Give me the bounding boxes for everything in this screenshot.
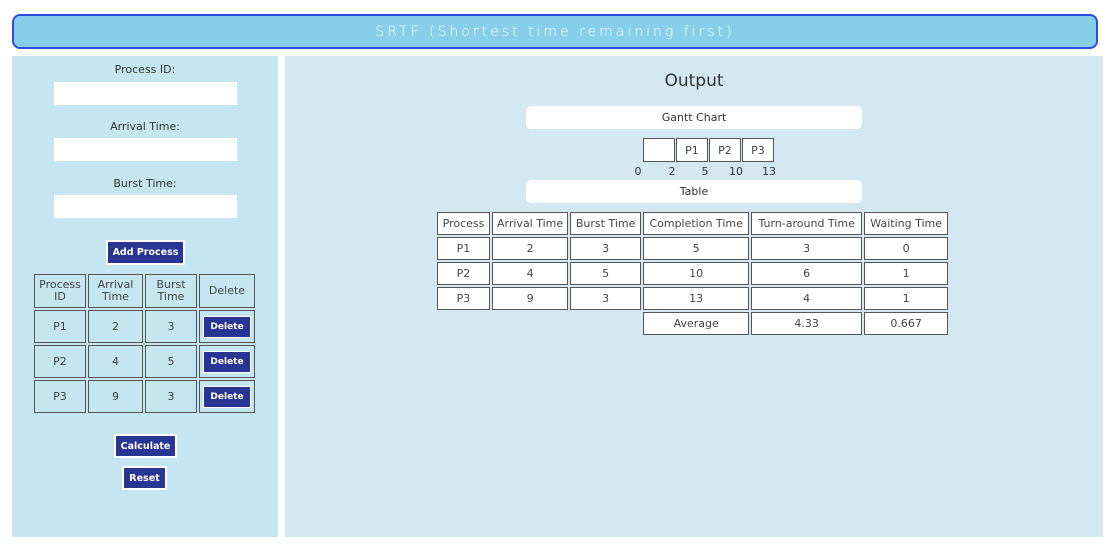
arrival-time-cell: 9 [492, 287, 569, 310]
gantt-time-label: 5 [701, 165, 709, 178]
header-delete: Delete [199, 274, 255, 308]
calculate-button[interactable]: Calculate [114, 434, 177, 458]
result-table-header: Process Arrival Time Burst Time Completi… [437, 212, 949, 235]
process-id-cell: P3 [34, 380, 86, 413]
burst-time-cell: 3 [570, 287, 642, 310]
gantt-time-label: 13 [762, 165, 776, 178]
gantt-block-idle [643, 138, 675, 162]
turnaround-time-cell: 4 [751, 287, 863, 310]
header-completion-time: Completion Time [643, 212, 750, 235]
burst-time-label: Burst Time: [113, 177, 177, 190]
waiting-time-cell: 1 [864, 262, 949, 285]
page-title-bar: SRTF (Shortest time remaining first) [12, 14, 1098, 49]
arrival-time-cell: 2 [88, 310, 143, 343]
add-process-button[interactable]: Add Process [106, 240, 185, 265]
process-cell: P3 [437, 287, 490, 310]
burst-time-cell: 5 [145, 345, 197, 378]
burst-time-cell: 3 [145, 380, 197, 413]
gantt-block-p2: P2 [709, 138, 741, 162]
page-title: SRTF (Shortest time remaining first) [375, 23, 735, 40]
blank-cell [437, 312, 490, 335]
burst-time-cell: 3 [570, 237, 642, 260]
completion-time-cell: 10 [643, 262, 750, 285]
blank-cell [570, 312, 641, 335]
table-row: P2 4 5 10 6 1 [437, 262, 949, 285]
gantt-chart-label: Gantt Chart [526, 106, 862, 129]
arrival-time-cell: 2 [492, 237, 569, 260]
delete-cell: Delete [199, 380, 255, 413]
result-table: Process Arrival Time Burst Time Completi… [435, 210, 950, 337]
arrival-time-cell: 4 [492, 262, 569, 285]
gantt-block-p1: P1 [676, 138, 708, 162]
burst-time-cell: 3 [145, 310, 197, 343]
arrival-time-cell: 4 [88, 345, 143, 378]
delete-button[interactable]: Delete [203, 385, 251, 408]
process-id-label: Process ID: [114, 63, 176, 76]
burst-time-cell: 5 [570, 262, 642, 285]
process-id-cell: P2 [34, 345, 86, 378]
waiting-time-cell: 1 [864, 287, 949, 310]
process-cell: P2 [437, 262, 490, 285]
waiting-time-cell: 0 [864, 237, 949, 260]
process-table-header: Process ID Arrival Time Burst Time Delet… [34, 274, 255, 308]
header-arrival-time: Arrival Time [492, 212, 569, 235]
output-panel: Output Gantt Chart P1 P2 P3 0 2 5 10 13 … [285, 56, 1103, 537]
gantt-time-label: 0 [634, 165, 642, 178]
delete-cell: Delete [199, 345, 255, 378]
header-arrival-time: Arrival Time [88, 274, 143, 308]
process-cell: P1 [437, 237, 490, 260]
arrival-time-cell: 9 [88, 380, 143, 413]
table-row: P1 2 3 Delete [34, 310, 255, 343]
delete-button[interactable]: Delete [203, 350, 251, 373]
gantt-chart: P1 P2 P3 [643, 138, 774, 162]
average-label: Average [643, 312, 750, 335]
header-turnaround-time: Turn-around Time [751, 212, 863, 235]
burst-time-input[interactable] [54, 195, 237, 218]
delete-button[interactable]: Delete [203, 315, 251, 338]
header-waiting-time: Waiting Time [864, 212, 949, 235]
table-row: P1 2 3 5 3 0 [437, 237, 949, 260]
average-turnaround-time: 4.33 [751, 312, 863, 335]
table-row: P2 4 5 Delete [34, 345, 255, 378]
header-burst-time: Burst Time [145, 274, 197, 308]
process-id-input[interactable] [54, 82, 237, 105]
delete-cell: Delete [199, 310, 255, 343]
arrival-time-input[interactable] [54, 138, 237, 161]
process-id-cell: P1 [34, 310, 86, 343]
output-title: Output [664, 71, 724, 91]
gantt-time-label: 2 [668, 165, 676, 178]
gantt-time-label: 10 [729, 165, 743, 178]
arrival-time-label: Arrival Time: [110, 120, 180, 133]
header-process-id: Process ID [34, 274, 86, 308]
completion-time-cell: 5 [643, 237, 750, 260]
average-waiting-time: 0.667 [864, 312, 949, 335]
gantt-block-p3: P3 [742, 138, 774, 162]
completion-time-cell: 13 [643, 287, 750, 310]
reset-button[interactable]: Reset [122, 466, 167, 490]
header-process: Process [437, 212, 490, 235]
blank-cell [492, 312, 568, 335]
turnaround-time-cell: 6 [751, 262, 863, 285]
average-row: Average 4.33 0.667 [437, 312, 949, 335]
input-panel: Process ID: Arrival Time: Burst Time: Ad… [12, 56, 278, 537]
table-row: P3 9 3 Delete [34, 380, 255, 413]
process-table: Process ID Arrival Time Burst Time Delet… [32, 272, 257, 415]
table-row: P3 9 3 13 4 1 [437, 287, 949, 310]
gantt-time-axis: 0 2 5 10 13 [285, 165, 1103, 179]
table-label: Table [526, 180, 862, 203]
header-burst-time: Burst Time [570, 212, 642, 235]
turnaround-time-cell: 3 [751, 237, 863, 260]
